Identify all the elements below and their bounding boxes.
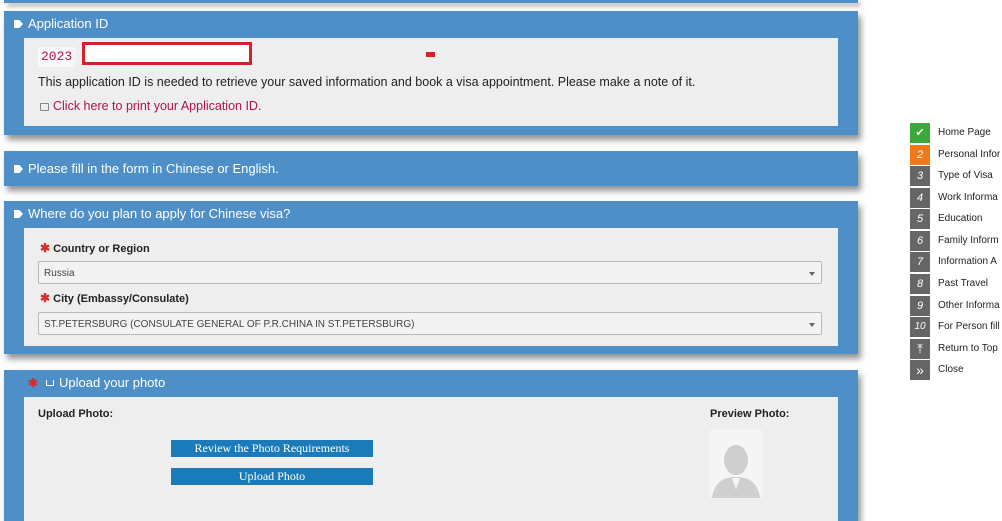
sidebar-item-label: Return to Top <box>938 343 998 354</box>
person-silhouette-icon <box>712 445 760 498</box>
tag-icon <box>14 165 23 173</box>
step-number: 5 <box>910 209 930 229</box>
sidebar-item-label: Home Page <box>938 127 991 138</box>
tag-icon <box>14 20 23 28</box>
country-select-value: Russia <box>44 268 75 279</box>
print-link[interactable]: Click here to print your Application ID. <box>40 99 261 113</box>
step-number: 9 <box>910 296 930 316</box>
photo-preview <box>710 430 762 498</box>
sidebar-item-personal-info[interactable]: 2 Personal Infor <box>910 145 1002 165</box>
country-label: ✱ Country or Region <box>40 241 150 255</box>
previous-panel-edge <box>4 0 858 3</box>
application-id-panel: Application ID 2023 This application ID … <box>4 11 858 135</box>
print-link-label: Click here to print your Application ID. <box>53 99 262 113</box>
step-number: 3 <box>910 166 930 186</box>
sidebar-item-close[interactable]: » Close <box>910 360 1002 380</box>
tag-icon <box>14 210 23 218</box>
sidebar-item-type-of-visa[interactable]: 3 Type of Visa <box>910 166 1002 186</box>
sidebar-item-return-to-top[interactable]: ⤒ Return to Top <box>910 339 1002 359</box>
sidebar-item-label: Personal Infor <box>938 149 1001 160</box>
required-mark: ✱ <box>40 241 51 255</box>
preview-photo-label: Preview Photo: <box>710 408 790 420</box>
sidebar-item-label: Past Travel <box>938 278 989 289</box>
step-number: 6 <box>910 231 930 251</box>
application-id-title: Application ID <box>28 16 109 31</box>
city-label: ✱ City (Embassy/Consulate) <box>40 291 189 305</box>
sidebar-item-information-a[interactable]: 7 Information A <box>910 252 1002 272</box>
sidebar-item-label: Family Inform <box>938 235 999 246</box>
sidebar-item-label: Close <box>938 364 964 375</box>
sidebar-item-label: Information A <box>938 256 997 267</box>
upload-photo-label: Upload Photo: <box>38 408 114 420</box>
step-number: 10 <box>910 317 930 337</box>
review-photo-requirements-button[interactable]: Review the Photo Requirements <box>171 440 373 457</box>
check-icon: ✔ <box>910 123 930 143</box>
chevron-down-icon <box>809 272 815 276</box>
step-number: 2 <box>910 145 930 165</box>
sidebar-item-home-page[interactable]: ✔ Home Page <box>910 123 1002 143</box>
location-panel: Where do you plan to apply for Chinese v… <box>4 201 858 354</box>
city-select[interactable]: ST.PETERSBURG (CONSULATE GENERAL OF P.R.… <box>38 312 822 335</box>
sidebar-item-other-info[interactable]: 9 Other Informa <box>910 296 1002 316</box>
photo-panel: ✱ Upload your photo Upload Photo: Previe… <box>4 370 858 521</box>
sidebar-item-label: Education <box>938 213 983 224</box>
language-panel: Please fill in the form in Chinese or En… <box>4 151 858 186</box>
application-id-value: 2023 <box>38 47 76 67</box>
required-mark: ✱ <box>28 376 39 390</box>
redacted-mark <box>426 52 435 57</box>
required-mark: ✱ <box>40 291 51 305</box>
sidebar-item-family-info[interactable]: 6 Family Inform <box>910 231 1002 251</box>
sidebar-item-past-travel[interactable]: 8 Past Travel <box>910 274 1002 294</box>
sidebar-item-label: Other Informa <box>938 300 1000 311</box>
upload-icon <box>46 380 54 386</box>
double-chevron-icon: » <box>910 360 930 380</box>
language-panel-title: Please fill in the form in Chinese or En… <box>28 161 279 176</box>
step-number: 8 <box>910 274 930 294</box>
sidebar-item-for-person-fill[interactable]: 10 For Person fill <box>910 317 1002 337</box>
chevron-down-icon <box>809 323 815 327</box>
sidebar-item-work-info[interactable]: 4 Work Informa <box>910 188 1002 208</box>
application-id-note: This application ID is needed to retriev… <box>38 75 696 89</box>
sidebar-item-label: For Person fill <box>938 321 1000 332</box>
printer-icon <box>40 103 49 111</box>
sidebar-item-label: Work Informa <box>938 192 998 203</box>
step-number: 4 <box>910 188 930 208</box>
application-id-prefix: 2023 <box>41 49 73 64</box>
country-select[interactable]: Russia <box>38 261 822 284</box>
step-number: 7 <box>910 252 930 272</box>
location-panel-title: Where do you plan to apply for Chinese v… <box>28 206 291 221</box>
redacted-box <box>82 42 252 65</box>
sidebar-item-label: Type of Visa <box>938 170 993 181</box>
arrow-up-icon: ⤒ <box>910 339 930 359</box>
sidebar-item-education[interactable]: 5 Education <box>910 209 1002 229</box>
city-select-value: ST.PETERSBURG (CONSULATE GENERAL OF P.R.… <box>44 319 415 330</box>
upload-photo-button[interactable]: Upload Photo <box>171 468 373 485</box>
photo-panel-title: Upload your photo <box>59 375 166 390</box>
